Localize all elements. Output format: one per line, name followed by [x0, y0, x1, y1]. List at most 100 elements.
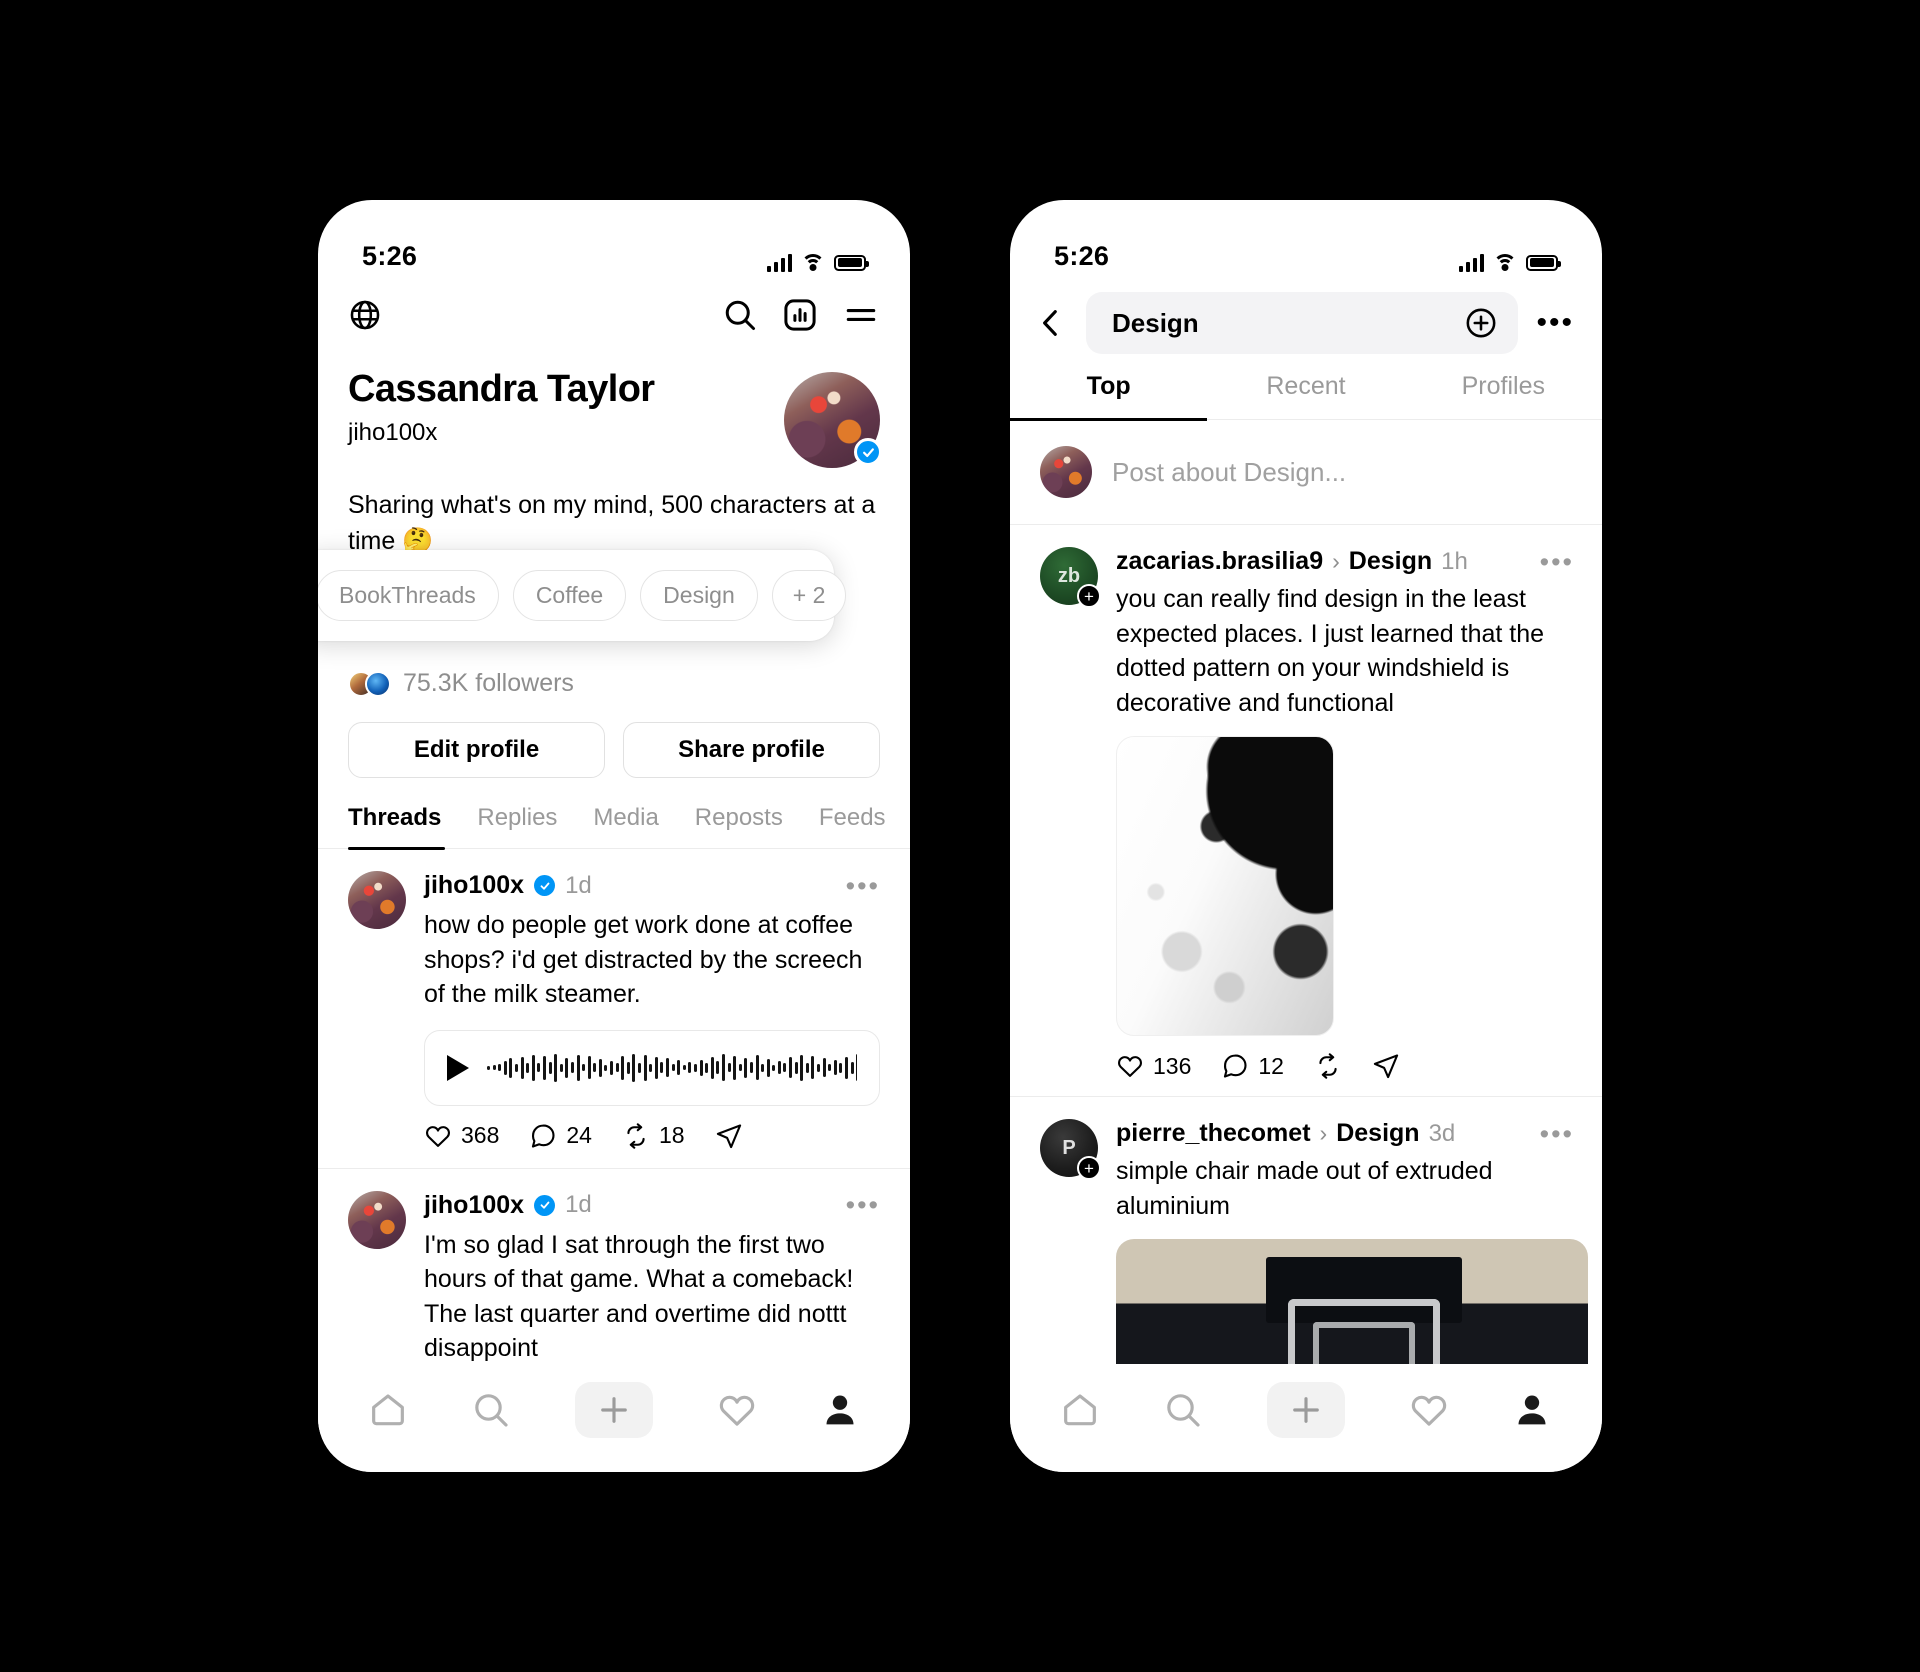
status-time: 5:26	[1054, 241, 1110, 271]
post-timestamp: 1d	[565, 871, 592, 899]
tab-threads[interactable]: Threads	[348, 804, 459, 850]
more-horizontal-icon[interactable]: •••	[1540, 1120, 1574, 1147]
post-username[interactable]: jiho100x	[424, 871, 524, 900]
screenshot-stage: 5:26 Cassandra Taylor jiho100x Sharing w…	[0, 0, 1920, 1672]
tab-top[interactable]: Top	[1010, 372, 1208, 421]
reply-button[interactable]: 24	[529, 1122, 592, 1150]
pill-coffee[interactable]: Coffee	[512, 570, 627, 621]
phone-profile: 5:26 Cassandra Taylor jiho100x Sharing w…	[318, 200, 910, 1472]
repost-count: 18	[658, 1122, 685, 1148]
wifi-icon	[1493, 253, 1517, 272]
status-bar-right: 5:26	[1010, 200, 1602, 278]
status-indicators	[766, 253, 869, 272]
tab-feeds[interactable]: Feeds	[801, 804, 904, 848]
bottom-tab-bar-left	[318, 1364, 910, 1472]
post-username[interactable]: jiho100x	[424, 1191, 524, 1220]
follow-plus-icon[interactable]: +	[1077, 1156, 1101, 1180]
search-icon[interactable]	[1163, 1390, 1203, 1430]
post-header: zacarias.brasilia9 › Design 1h •••	[1116, 547, 1574, 576]
tab-reposts[interactable]: Reposts	[677, 804, 801, 848]
chevron-right-icon: ›	[1319, 1120, 1328, 1146]
reply-button[interactable]: 12	[1221, 1052, 1284, 1080]
edit-profile-button[interactable]: Edit profile	[348, 722, 605, 778]
tab-replies[interactable]: Replies	[459, 804, 575, 848]
heart-activity-icon[interactable]	[717, 1390, 757, 1430]
tab-media[interactable]: Media	[575, 804, 676, 848]
avatar[interactable]	[784, 372, 882, 468]
chevron-left-icon[interactable]	[1034, 306, 1068, 340]
post-engagement-row: 368 24 18	[424, 1122, 880, 1150]
search-query-value: Design	[1112, 307, 1199, 338]
post-timestamp: 1h	[1441, 547, 1468, 575]
search-input[interactable]: Design	[1086, 292, 1519, 354]
globe-icon[interactable]	[348, 298, 382, 332]
like-button[interactable]: 136	[1116, 1052, 1191, 1080]
play-icon[interactable]	[447, 1054, 469, 1081]
profile-person-icon[interactable]	[820, 1390, 860, 1430]
post-media-image[interactable]	[1116, 736, 1334, 1036]
post-header: jiho100x 1d •••	[424, 1191, 880, 1220]
post-username[interactable]: pierre_thecomet	[1116, 1119, 1311, 1148]
verified-badge-icon	[854, 438, 882, 466]
post-avatar[interactable]	[348, 871, 406, 929]
hamburger-menu-icon[interactable]	[842, 296, 880, 334]
pill-design[interactable]: Design	[640, 570, 758, 621]
pill-more-count[interactable]: + 2	[771, 570, 847, 621]
plus-circle-icon[interactable]	[1464, 306, 1498, 340]
repost-button[interactable]: 18	[622, 1122, 685, 1150]
like-button[interactable]: 368	[424, 1122, 499, 1150]
post-header: pierre_thecomet › Design 3d •••	[1116, 1119, 1574, 1148]
follow-plus-icon[interactable]: +	[1077, 584, 1101, 608]
create-plus-icon[interactable]	[1266, 1382, 1345, 1438]
post-avatar[interactable]: zb +	[1040, 547, 1101, 608]
more-horizontal-icon[interactable]: •••	[846, 872, 880, 899]
create-plus-icon[interactable]	[574, 1382, 653, 1438]
post-avatar[interactable]	[348, 1190, 406, 1249]
post-text: how do people get work done at coffee sh…	[424, 911, 863, 1008]
more-horizontal-icon[interactable]: •••	[1540, 548, 1574, 575]
share-button[interactable]	[1372, 1052, 1400, 1080]
heart-activity-icon[interactable]	[1409, 1390, 1449, 1430]
more-horizontal-icon[interactable]: •••	[846, 1192, 880, 1219]
reply-count: 12	[1258, 1052, 1284, 1079]
repost-button[interactable]	[1314, 1052, 1342, 1080]
post-engagement-row: 136 12	[1116, 1052, 1574, 1080]
share-button[interactable]	[715, 1122, 743, 1150]
like-count: 368	[461, 1122, 500, 1148]
cellular-signal-icon	[766, 253, 792, 272]
status-time: 5:26	[362, 241, 418, 271]
follower-avatar-2	[365, 670, 391, 697]
bottom-tab-bar-right	[1010, 1364, 1602, 1472]
post-avatar[interactable]: P +	[1040, 1119, 1101, 1180]
table-row[interactable]: jiho100x 1d ••• how do people get work d…	[318, 849, 910, 1169]
composer-row[interactable]: Post about Design...	[1010, 420, 1602, 525]
profile-person-icon[interactable]	[1512, 1390, 1552, 1430]
post-body: jiho100x 1d ••• how do people get work d…	[424, 871, 880, 1150]
post-username[interactable]: zacarias.brasilia9	[1116, 547, 1323, 576]
home-icon[interactable]	[1060, 1390, 1100, 1430]
profile-handle: jiho100x	[348, 418, 438, 446]
search-icon[interactable]	[471, 1390, 511, 1430]
verified-badge-icon	[534, 1194, 556, 1216]
post-topic[interactable]: Design	[1336, 1119, 1419, 1148]
share-profile-button[interactable]: Share profile	[623, 722, 880, 778]
pill-bookthreads[interactable]: BookThreads	[318, 570, 499, 621]
status-bar-left: 5:26	[318, 200, 910, 278]
wifi-icon	[801, 253, 825, 272]
status-indicators	[1458, 253, 1561, 272]
post-timestamp: 3d	[1428, 1119, 1456, 1147]
composer-avatar	[1040, 446, 1092, 498]
tab-profiles[interactable]: Profiles	[1405, 372, 1602, 419]
post-topic[interactable]: Design	[1349, 547, 1432, 576]
profile-action-buttons: Edit profile Share profile	[318, 698, 910, 778]
home-icon[interactable]	[368, 1390, 408, 1430]
phone-search: 5:26 Design ••• Top Recent Profiles Post…	[1010, 200, 1602, 1472]
audio-player[interactable]	[424, 1029, 880, 1106]
tab-recent[interactable]: Recent	[1207, 372, 1404, 419]
profile-topic-pills-card: BookThreads Coffee Design + 2	[318, 550, 847, 641]
search-icon[interactable]	[722, 297, 758, 333]
more-horizontal-icon[interactable]: •••	[1536, 308, 1574, 338]
list-item[interactable]: zb + zacarias.brasilia9 › Design 1h ••• …	[1010, 525, 1602, 1097]
like-count: 136	[1153, 1052, 1192, 1079]
insights-bar-chart-icon[interactable]	[782, 297, 818, 333]
